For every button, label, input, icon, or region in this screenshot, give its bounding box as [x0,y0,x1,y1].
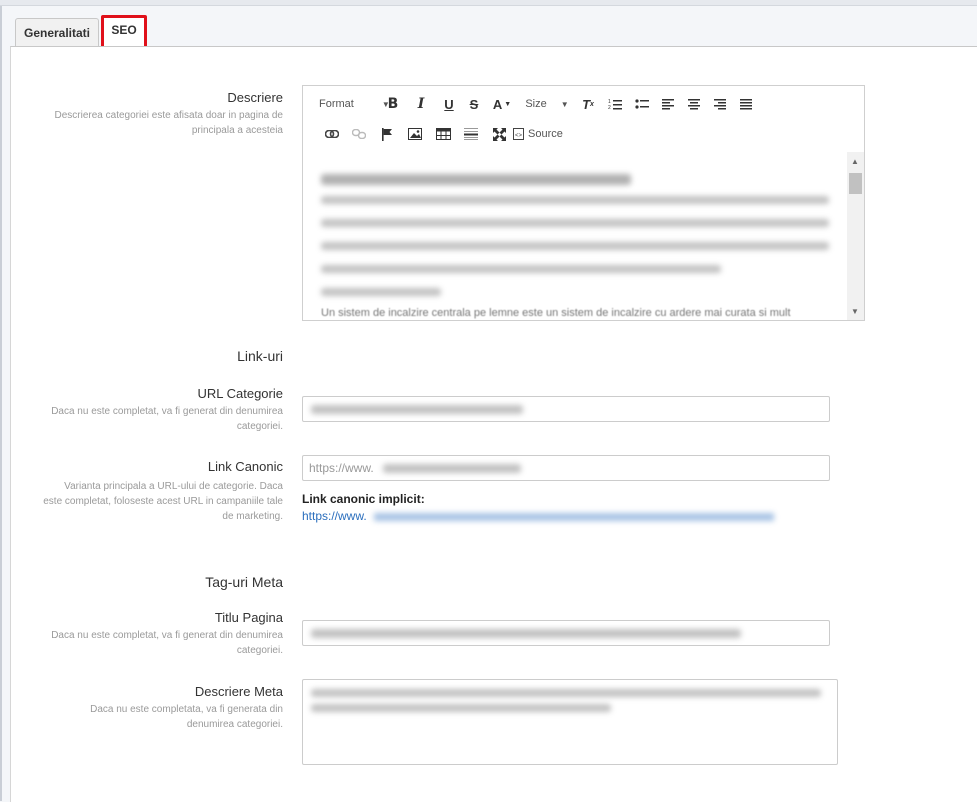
align-right-icon[interactable] [707,94,733,114]
chevron-down-icon: ▼ [560,99,569,109]
svg-text:2: 2 [608,105,611,110]
size-dropdown[interactable]: Size ▼ [519,94,575,114]
meta-description-label: Descriere Meta [194,684,283,699]
page-title-label: Titlu Pagina [214,610,283,625]
content-line [321,288,441,296]
implicit-canonical-link-text: https://www. [302,509,367,523]
url-category-value [311,405,523,414]
link-icon[interactable] [319,124,345,144]
scroll-up-icon[interactable]: ▲ [851,157,859,166]
content-line [321,219,829,227]
format-label: Format [319,98,354,110]
url-category-hint: Daca nu este completat, va fi generat di… [51,406,283,432]
canonical-link-label: Link Canonic [207,459,283,474]
source-label: Source [528,128,563,140]
page-title-hint: Daca nu este completat, va fi generat di… [51,630,283,656]
url-category-input[interactable] [302,396,830,422]
content-visible-line: Un sistem de incalzire centrala pe lemne… [321,307,791,319]
align-left-icon[interactable] [655,94,681,114]
scroll-down-icon[interactable]: ▼ [851,307,859,316]
align-center-icon[interactable] [681,94,707,114]
table-icon[interactable] [429,124,457,144]
links-section-title: Link-uri [237,348,283,364]
canonical-link-input[interactable]: https://www. [302,455,830,481]
italic-icon[interactable]: I [407,94,435,114]
content-line [321,265,721,273]
meta-description-line [311,704,611,712]
tab-seo[interactable]: SEO [101,15,147,49]
editor-toolbar-row-1: Format ▼ B I U S A ▼ Size ▼ Tx 12 [319,94,759,114]
content-heading [321,174,631,185]
align-justify-icon[interactable] [733,94,759,114]
bold-icon[interactable]: B [379,94,407,114]
scroll-thumb[interactable] [849,173,862,194]
rich-text-editor: Format ▼ B I U S A ▼ Size ▼ Tx 12 <> Sou… [302,85,865,321]
top-bar [0,0,977,6]
implicit-canonical-link-blurred [374,512,775,521]
horizontal-rule-icon[interactable] [457,124,485,144]
numbered-list-icon[interactable]: 12 [601,94,629,114]
editor-toolbar-row-2: <> Source [319,124,571,144]
unlink-icon[interactable] [345,124,373,144]
description-label: Descriere [227,90,283,105]
content-line [321,196,829,204]
url-category-label: URL Categorie [197,386,283,401]
editor-content[interactable]: Un sistem de incalzire centrala pe lemne… [303,148,849,320]
anchor-flag-icon[interactable] [373,124,401,144]
format-dropdown[interactable]: Format ▼ [319,94,390,114]
tab-generalitati[interactable]: Generalitati [15,18,99,46]
meta-description-textarea[interactable] [302,679,838,765]
page-title-input[interactable] [302,620,830,646]
content-line [321,242,829,250]
source-icon: <> [513,128,524,140]
implicit-canonical-link[interactable]: https://www. [302,509,775,523]
meta-description-hint: Daca nu este completata, va fi generata … [90,704,283,730]
canonical-link-hint: Varianta principala a URL-ului de catego… [43,481,283,522]
description-hint: Descrierea categoriei este afisata doar … [54,110,283,136]
underline-icon[interactable]: U [435,94,463,114]
canonical-link-value-blurred [383,464,521,473]
text-color-icon[interactable]: A ▼ [485,94,519,114]
implicit-canonical-label: Link canonic implicit: [302,492,425,506]
maximize-icon[interactable] [485,124,513,144]
page-title-value [311,629,741,638]
meta-description-line [311,689,821,697]
image-icon[interactable] [401,124,429,144]
strikethrough-icon[interactable]: S [463,94,485,114]
canonical-link-value: https://www. [309,461,374,475]
source-button[interactable]: <> Source [513,124,571,144]
svg-text:<>: <> [515,133,523,139]
editor-scrollbar[interactable]: ▲ ▼ [847,152,864,320]
size-label: Size [525,98,547,110]
bullet-list-icon[interactable] [629,94,655,114]
meta-section-title: Tag-uri Meta [205,574,283,590]
remove-format-icon[interactable]: Tx [575,94,601,114]
left-border [0,6,2,801]
